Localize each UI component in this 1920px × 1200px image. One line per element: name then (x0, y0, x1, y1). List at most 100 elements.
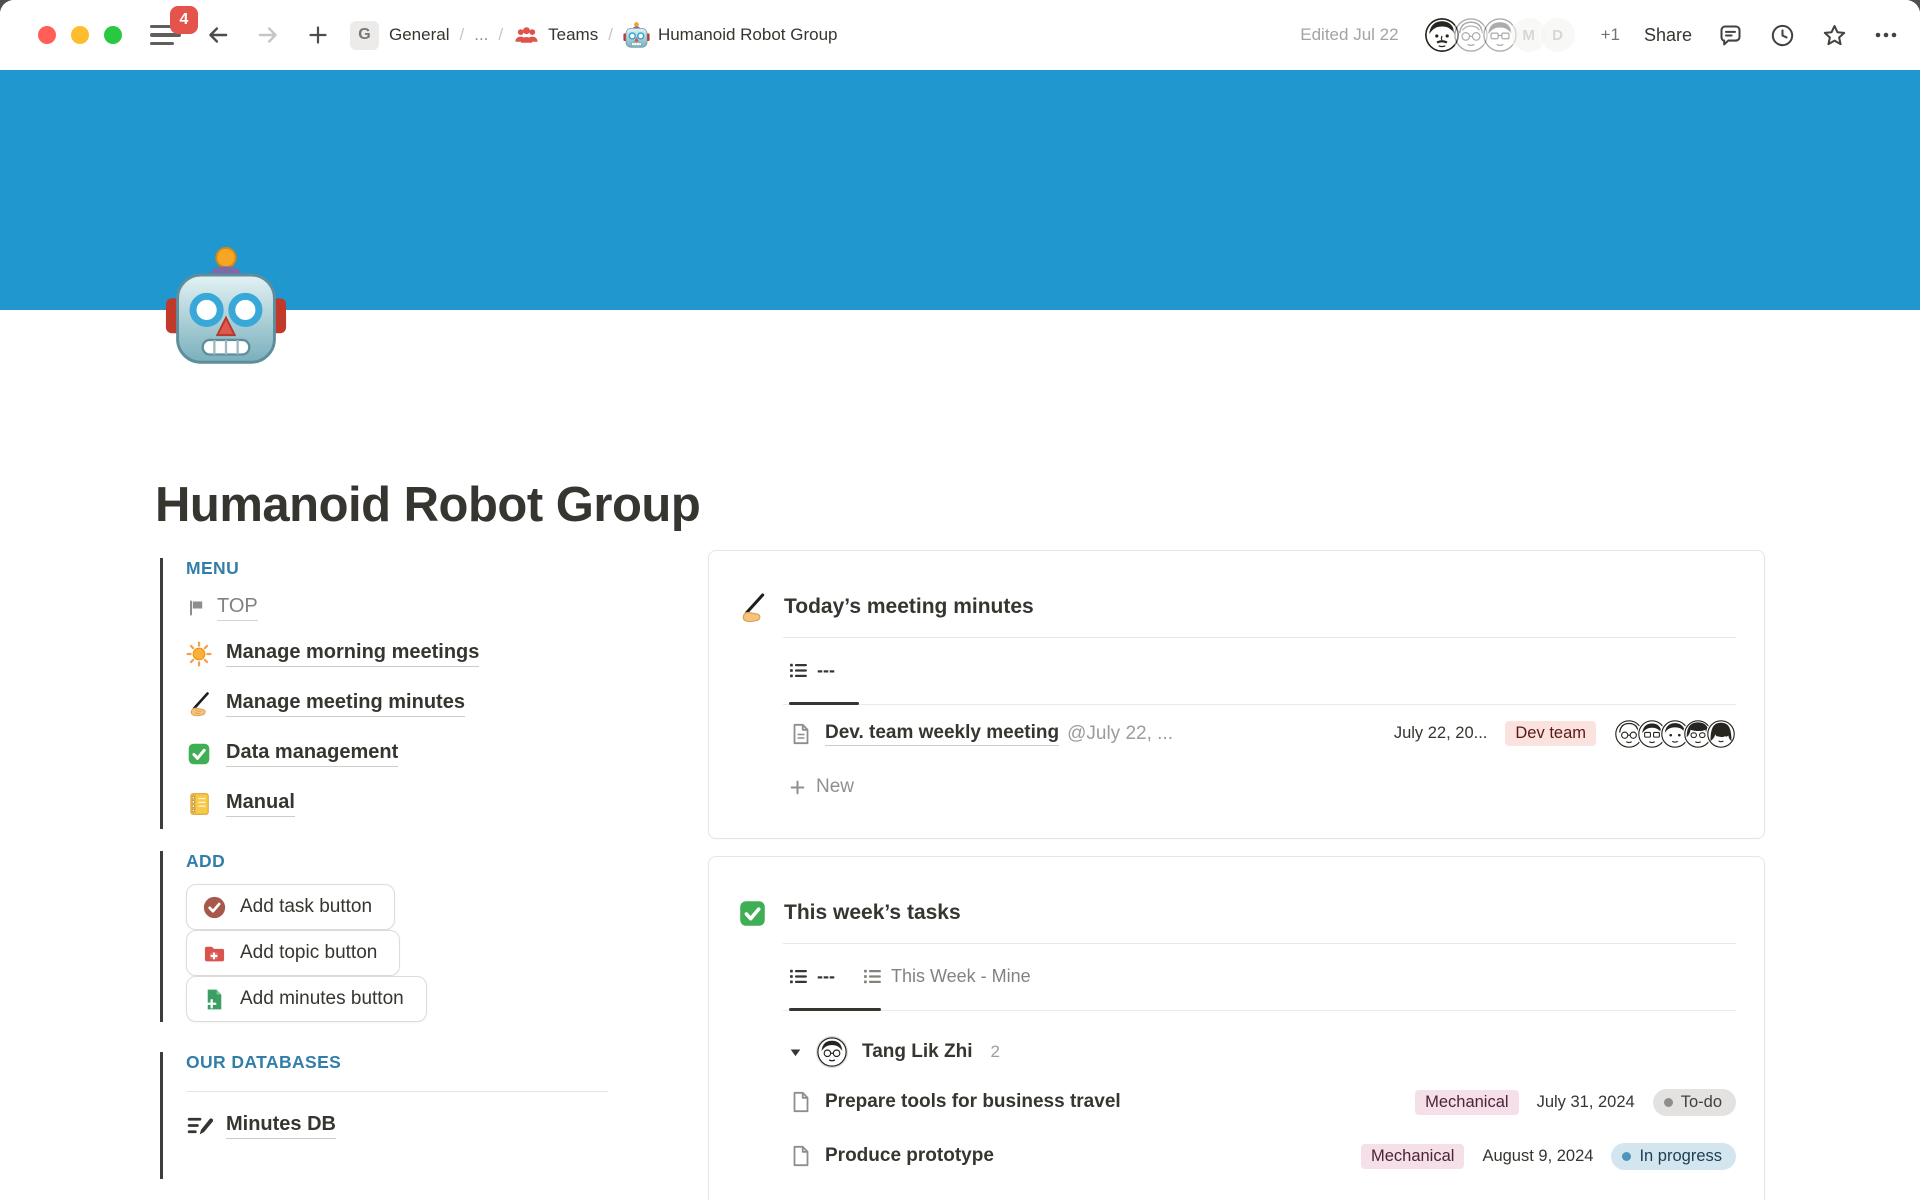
page-title: Humanoid Robot Group (155, 477, 700, 533)
menu-link-top-label: TOP (217, 595, 258, 621)
tasks-card: This week’s tasks --- This Week - Mine (708, 856, 1765, 1200)
due-date: July 31, 2024 (1537, 1093, 1635, 1112)
writing-hand-icon (186, 691, 212, 717)
plus-icon (306, 23, 330, 47)
notification-badge: 4 (170, 6, 198, 34)
forward-button[interactable] (254, 21, 282, 49)
menu-link-meeting-minutes[interactable]: Manage meeting minutes (186, 679, 640, 729)
view-tab-this-week-mine[interactable]: This Week - Mine (863, 966, 1031, 987)
add-heading: ADD (186, 851, 640, 872)
arrow-left-icon (205, 22, 231, 48)
menu-link-top[interactable]: TOP (186, 587, 640, 629)
group-count: 2 (990, 1042, 999, 1062)
back-button[interactable] (204, 21, 232, 49)
menu-link-morning-meetings[interactable]: Manage morning meetings (186, 629, 640, 679)
breadcrumb-ellipsis[interactable]: ... (474, 25, 488, 45)
notion-window: 4 G General / ... / Teams / (0, 0, 1920, 1200)
close-button[interactable] (38, 26, 56, 44)
robot-icon (164, 246, 288, 370)
page-icon (789, 722, 813, 746)
favorite-button[interactable] (1820, 21, 1848, 49)
updates-button[interactable] (1768, 21, 1796, 49)
page-icon (789, 1144, 813, 1168)
group-name: Tang Lik Zhi (862, 1041, 972, 1063)
comments-button[interactable] (1716, 21, 1744, 49)
list-view-icon (863, 967, 882, 986)
flag-icon (186, 598, 206, 618)
comment-icon (1717, 22, 1744, 49)
new-meeting-button[interactable]: New (789, 762, 1736, 812)
status-dot (1664, 1098, 1673, 1107)
menu-link-label: Manage meeting minutes (226, 691, 465, 717)
zoom-button[interactable] (104, 26, 122, 44)
left-column: MENU TOP Manage morning meetings Manage … (160, 556, 640, 1179)
check-box-icon (186, 741, 212, 767)
plus-icon (789, 779, 806, 796)
team-tag: Dev team (1505, 721, 1596, 746)
sidebar-toggle-button[interactable]: 4 (148, 18, 182, 52)
breadcrumb-separator: / (459, 25, 464, 45)
status-dot (1622, 1152, 1631, 1161)
breadcrumb-teams-label: Teams (548, 25, 598, 45)
menu-link-manual[interactable]: Manual (186, 779, 640, 829)
new-button-label: New (816, 776, 854, 798)
ellipsis-icon (1872, 21, 1900, 49)
breadcrumb-teams[interactable]: Teams (513, 22, 598, 49)
status-label: To-do (1681, 1093, 1722, 1112)
menu-link-data-management[interactable]: Data management (186, 729, 640, 779)
task-row[interactable]: Produce prototype Mechanical August 9, 2… (789, 1129, 1736, 1183)
add-topic-button[interactable]: Add topic button (186, 930, 400, 976)
database-link-minutes-db[interactable]: Minutes DB (186, 1112, 640, 1139)
more-collaborators[interactable]: +1 (1601, 25, 1620, 45)
traffic-lights (38, 26, 122, 44)
minutes-card-title: Today’s meeting minutes (784, 595, 1034, 619)
page-cover (0, 70, 1920, 310)
sun-icon (186, 641, 212, 667)
view-tab-default[interactable]: --- (789, 966, 835, 987)
add-task-button[interactable]: Add task button (186, 884, 395, 930)
collaborator-avatar-stack[interactable]: M D (1423, 16, 1577, 54)
clock-icon (1769, 22, 1796, 49)
toolbar: 4 G General / ... / Teams / (0, 0, 1920, 70)
status-badge: To-do (1653, 1089, 1736, 1116)
menu-section: MENU TOP Manage morning meetings Manage … (160, 558, 640, 829)
minimize-button[interactable] (71, 26, 89, 44)
breadcrumb-current-page[interactable]: Humanoid Robot Group (623, 22, 838, 49)
minutes-view-tabs: --- (789, 638, 1736, 702)
writing-hand-icon (737, 592, 768, 623)
avatar-initial-d: D (1539, 16, 1577, 54)
new-tab-button[interactable] (304, 21, 332, 49)
menu-link-label: Manual (226, 791, 295, 817)
teams-people-icon (513, 22, 540, 49)
meeting-properties: July 22, 20... Dev team (1394, 719, 1736, 749)
collapse-caret-icon[interactable] (789, 1046, 802, 1059)
group-header-row[interactable]: Tang Lik Zhi 2 (789, 1029, 1736, 1075)
page-icon (789, 1090, 813, 1114)
divider (186, 1091, 608, 1092)
list-view-icon (789, 967, 808, 986)
task-properties: Mechanical July 31, 2024 To-do (1415, 1089, 1736, 1116)
star-icon (1821, 22, 1848, 49)
page-icon-robot[interactable] (164, 246, 288, 370)
meeting-row[interactable]: Dev. team weekly meeting @July 22, ... J… (789, 705, 1736, 762)
date-mention: @July 22, ... (1067, 723, 1173, 745)
task-row[interactable]: Prepare tools for business travel Mechan… (789, 1075, 1736, 1129)
edited-timestamp[interactable]: Edited Jul 22 (1300, 25, 1398, 45)
more-options-button[interactable] (1872, 21, 1900, 49)
breadcrumb-general[interactable]: General (389, 25, 449, 45)
view-tab-default[interactable]: --- (789, 660, 835, 681)
task-properties: Mechanical August 9, 2024 In progress (1361, 1143, 1736, 1170)
menu-link-label: Manage morning meetings (226, 641, 479, 667)
minutes-card: Today’s meeting minutes --- Dev. team we… (708, 550, 1765, 839)
databases-section: OUR DATABASES Minutes DB (160, 1052, 640, 1179)
breadcrumb-page-label: Humanoid Robot Group (658, 25, 838, 45)
add-minutes-button[interactable]: Add minutes button (186, 976, 427, 1022)
toolbar-right: Edited Jul 22 M D +1 Share (1300, 16, 1900, 54)
avatar (1706, 719, 1736, 749)
add-section: ADD Add task button Add topic button Add… (160, 851, 640, 1022)
compose-icon (186, 1112, 213, 1139)
meeting-title: Dev. team weekly meeting (825, 722, 1059, 746)
share-button[interactable]: Share (1644, 25, 1692, 46)
meeting-date: July 22, 20... (1394, 724, 1488, 743)
workspace-badge[interactable]: G (350, 21, 379, 50)
